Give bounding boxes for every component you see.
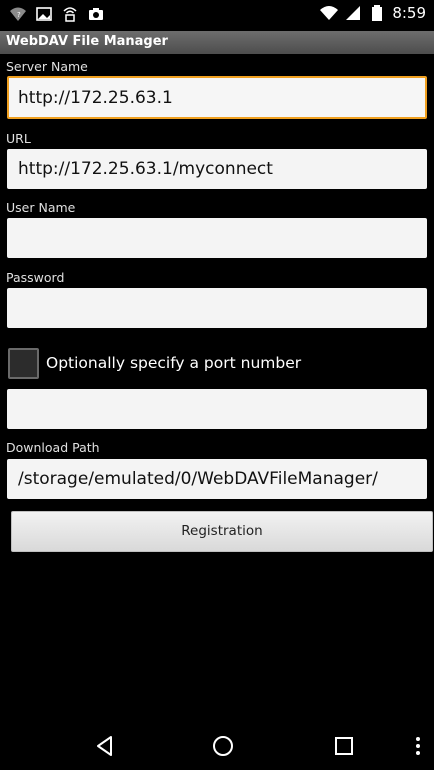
- port-checkbox[interactable]: [8, 347, 39, 379]
- registration-button-label: Registration: [181, 523, 263, 539]
- download-path-input[interactable]: [7, 459, 427, 499]
- url-label: URL: [6, 131, 31, 146]
- status-right-icons: 8:59: [320, 4, 426, 22]
- status-bar: ? 8:59: [0, 0, 434, 31]
- server-name-input[interactable]: [7, 76, 427, 119]
- password-label: Password: [6, 270, 65, 285]
- port-input[interactable]: [7, 389, 427, 429]
- back-icon[interactable]: [93, 734, 117, 758]
- screen: ? 8:59 WebDAV File Manager Server Name h…: [0, 0, 434, 770]
- wifi-question-icon: ?: [9, 5, 27, 23]
- port-checkbox-label[interactable]: Optionally specify a port number: [46, 354, 301, 372]
- url-input[interactable]: [7, 149, 427, 189]
- download-path-label: Download Path: [6, 440, 100, 455]
- home-icon[interactable]: [211, 734, 235, 758]
- network-tower-icon: [61, 5, 79, 23]
- overflow-menu-icon[interactable]: [406, 734, 430, 758]
- app-title: WebDAV File Manager: [6, 34, 168, 49]
- battery-icon: [368, 4, 386, 22]
- registration-button[interactable]: Registration: [11, 511, 433, 552]
- recents-icon[interactable]: [332, 734, 356, 758]
- nav-bar: [0, 722, 434, 770]
- signal-icon: [344, 4, 362, 22]
- user-name-input[interactable]: [7, 218, 427, 258]
- server-name-label: Server Name: [6, 59, 88, 74]
- wifi-icon: [320, 4, 339, 22]
- status-left-icons: ?: [9, 5, 105, 23]
- image-icon: [35, 5, 53, 23]
- svg-text:?: ?: [17, 11, 21, 19]
- camera-icon: [87, 5, 105, 23]
- status-time: 8:59: [392, 4, 426, 22]
- password-input[interactable]: [7, 288, 427, 328]
- title-bar: WebDAV File Manager: [0, 31, 434, 54]
- port-checkbox-row[interactable]: Optionally specify a port number: [8, 345, 301, 381]
- user-name-label: User Name: [6, 200, 76, 215]
